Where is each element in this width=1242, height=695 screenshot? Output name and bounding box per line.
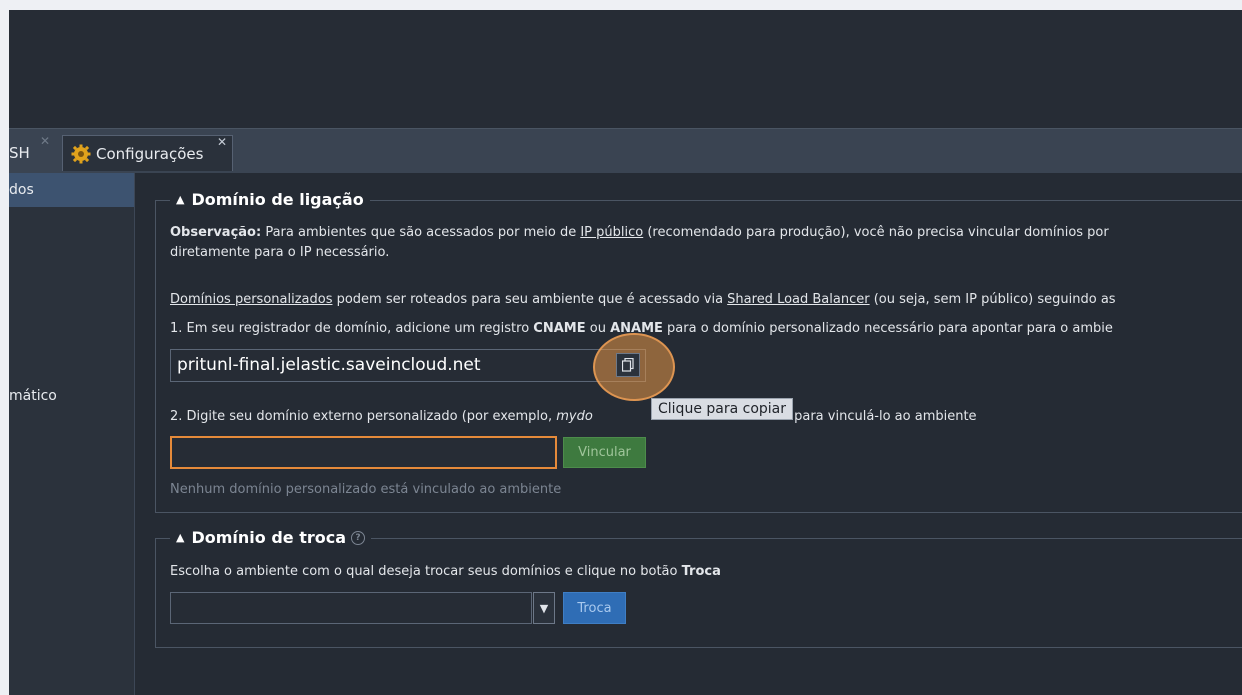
sidebar-item-automatic[interactable]: mático	[9, 388, 57, 404]
custom-domains-text-1: podem ser roteados para seu ambiente que…	[332, 292, 728, 307]
binding-section-title: Domínio de ligação	[191, 190, 364, 209]
settings-sidebar: dos mático	[9, 173, 135, 695]
step-1-cname: CNAME	[533, 321, 586, 336]
swap-instruction: Escolha o ambiente com o qual deseja tro…	[170, 564, 721, 579]
tab-ssh[interactable]: SH ✕	[9, 134, 61, 171]
swap-section-title: Domínio de troca	[191, 528, 347, 547]
swap-button[interactable]: Troca	[563, 592, 626, 624]
note-line-2: diretamente para o IP necessário.	[170, 245, 390, 260]
step-2-example: mydo	[556, 409, 593, 424]
chevron-down-icon: ▼	[539, 601, 549, 615]
environment-select[interactable]	[170, 592, 532, 624]
public-ip-link[interactable]: IP público	[580, 225, 643, 240]
binding-section-header[interactable]: ▲ Domínio de ligação	[170, 190, 370, 209]
note-text-2: (recomendado para produção), você não pr…	[643, 225, 1109, 240]
note-line-1: Observação: Para ambientes que são acess…	[170, 225, 1109, 240]
tab-ssh-close-icon[interactable]: ✕	[40, 134, 50, 148]
binding-domain-section: ▲ Domínio de ligação Observação: Para am…	[155, 190, 1242, 513]
copy-tooltip: Clique para copiar	[651, 398, 794, 420]
sidebar-item-domains[interactable]: dos	[9, 173, 134, 207]
step-1-or: ou	[585, 321, 611, 336]
tab-ssh-label: SH	[9, 144, 30, 162]
no-domain-message: Nenhum domínio personalizado está vincul…	[170, 482, 562, 497]
collapse-triangle-icon[interactable]: ▲	[176, 193, 184, 206]
main-panel: ▲ Domínio de ligação Observação: Para am…	[135, 173, 1242, 695]
step-1-text-1: 1. Em seu registrador de domínio, adicio…	[170, 321, 534, 336]
bind-button[interactable]: Vincular	[563, 437, 646, 468]
custom-domains-link[interactable]: Domínios personalizados	[170, 292, 332, 307]
custom-domains-text-2: (ou seja, sem IP público) seguindo as	[869, 292, 1116, 307]
dropdown-toggle[interactable]: ▼	[533, 592, 555, 624]
collapse-triangle-icon[interactable]: ▲	[176, 531, 184, 544]
custom-domain-input[interactable]	[170, 436, 557, 469]
swap-domain-section: ▲ Domínio de troca ? Escolha o ambiente …	[155, 528, 1242, 648]
swap-instruction-text: Escolha o ambiente com o qual deseja tro…	[170, 564, 682, 579]
help-icon[interactable]: ?	[351, 530, 366, 545]
env-domain-value: pritunl-final.jelastic.saveincloud.net	[177, 355, 481, 375]
tab-settings-close-icon[interactable]: ✕	[217, 135, 227, 149]
step-1-text-2: para o domínio personalizado necessário …	[662, 321, 1113, 336]
note-label: Observação:	[170, 225, 262, 240]
tab-bar: SH ✕ Configurações ✕	[9, 128, 1242, 173]
custom-domains-line: Domínios personalizados podem ser rotead…	[170, 292, 1116, 307]
note-text-1: Para ambientes que são acessados por mei…	[261, 225, 581, 240]
env-domain-field[interactable]: pritunl-final.jelastic.saveincloud.net	[170, 349, 646, 382]
swap-section-header[interactable]: ▲ Domínio de troca ?	[170, 528, 372, 547]
tab-settings[interactable]: Configurações ✕	[62, 135, 233, 171]
step-2-text-1: 2. Digite seu domínio externo personaliz…	[170, 409, 557, 424]
app-window: SH ✕ Configurações ✕ dos mático ▲ Domíni…	[9, 10, 1242, 695]
gear-icon	[71, 144, 91, 163]
tab-settings-label: Configurações	[96, 144, 204, 163]
swap-instruction-bold: Troca	[681, 564, 721, 579]
copy-button[interactable]	[616, 353, 640, 377]
copy-icon	[622, 358, 634, 372]
shared-load-balancer-link[interactable]: Shared Load Balancer	[727, 292, 869, 307]
step-2-text: 2. Digite seu domínio externo personaliz…	[170, 409, 977, 424]
